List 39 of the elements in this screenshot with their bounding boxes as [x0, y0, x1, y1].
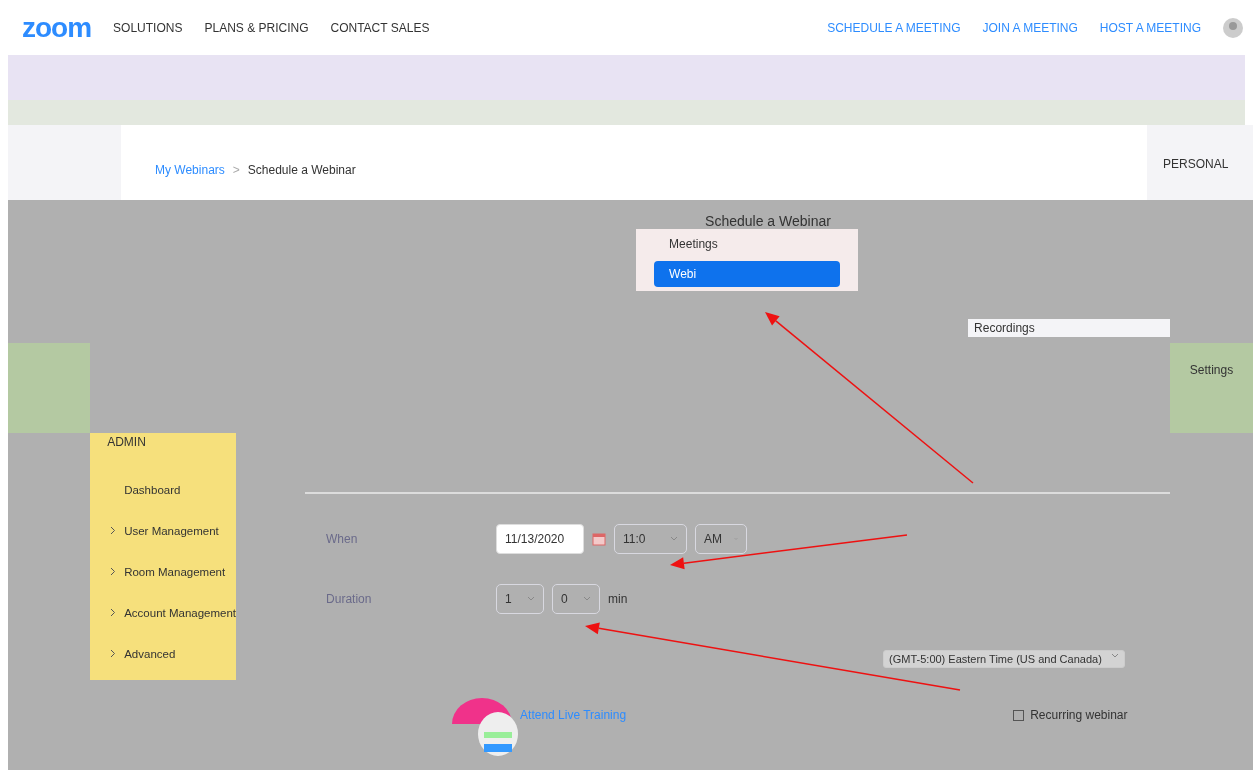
caret-icon	[1111, 653, 1120, 659]
breadcrumb-link[interactable]: My Webinars	[155, 162, 225, 177]
nav-link[interactable]: PLANS & PRICING	[204, 20, 309, 35]
avatar-icon[interactable]	[1223, 17, 1243, 38]
section-heading: PERSONAL	[1147, 125, 1253, 200]
minutes-select[interactable]: 0	[552, 584, 601, 614]
sidebar-item[interactable]: Room Management	[124, 565, 226, 578]
date-field[interactable]: 11/13/2020	[496, 524, 585, 554]
breadcrumb-separator: >	[232, 162, 240, 177]
caret-icon	[527, 596, 536, 602]
field-label: When	[325, 532, 359, 546]
checkbox-label: Recurring webinar	[1030, 708, 1128, 722]
page-heading: Schedule a Webinar	[704, 212, 832, 229]
caret-icon	[583, 596, 592, 602]
sidebar-item[interactable]: Dashboard	[124, 483, 181, 496]
nav-link[interactable]: SOLUTIONS	[113, 20, 183, 35]
menu-item[interactable]: Meetings	[636, 229, 841, 259]
ampm-select[interactable]: AM	[695, 524, 748, 554]
menu-item[interactable]: Recordings	[968, 319, 1171, 337]
sidebar-item[interactable]: Advanced	[124, 647, 176, 660]
nav-link[interactable]: CONTACT SALES	[330, 20, 430, 35]
unit-label: min	[608, 592, 628, 606]
caret-icon	[670, 536, 679, 542]
chevron-icon	[110, 608, 117, 617]
calendar-icon[interactable]	[592, 532, 607, 546]
field-label: Duration	[325, 592, 373, 606]
sidebar-item[interactable]: Account Management	[124, 606, 237, 619]
breadcrumb-current: Schedule a Webinar	[247, 162, 356, 177]
hours-select[interactable]: 1	[496, 584, 545, 614]
time-select[interactable]: 11:0	[614, 524, 688, 554]
chevron-icon	[110, 649, 117, 658]
menu-item[interactable]: Webi	[654, 261, 841, 287]
chevron-icon	[110, 567, 117, 576]
menu-item[interactable]: Settings	[1170, 343, 1253, 433]
checkbox[interactable]	[1013, 709, 1025, 721]
time-zone-select[interactable]: (GMT-5:00) Eastern Time (US and Canada)	[883, 650, 1126, 668]
chevron-icon	[110, 526, 117, 535]
sidebar-item[interactable]: User Management	[124, 524, 219, 537]
section-heading: ADMIN	[106, 435, 147, 449]
